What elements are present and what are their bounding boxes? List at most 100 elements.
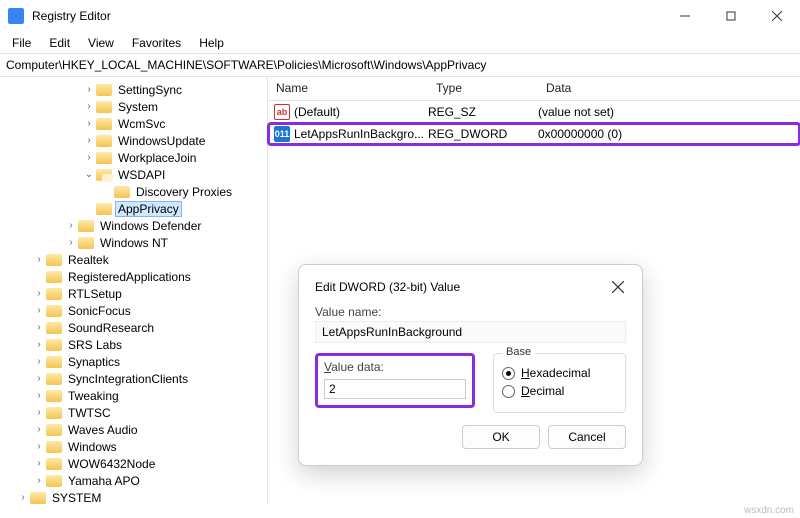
tree-item[interactable]: ›Tweaking <box>2 387 267 404</box>
tree-item[interactable]: › TWTSC <box>2 404 267 421</box>
expand-icon[interactable]: › <box>64 236 78 250</box>
tree-item-label: TWTSC <box>66 406 113 420</box>
close-button[interactable] <box>754 0 800 32</box>
tree-item-label: Windows NT <box>98 236 170 250</box>
expand-icon[interactable]: ⌄ <box>82 168 96 182</box>
folder-icon <box>46 305 62 317</box>
value-data: 0x00000000 (0) <box>538 127 800 141</box>
tree-item[interactable]: ›SettingSync <box>2 81 267 98</box>
tree-item[interactable]: RegisteredApplications <box>2 268 267 285</box>
expand-icon[interactable]: › <box>82 117 96 131</box>
expand-icon[interactable]: › <box>64 219 78 233</box>
tree-item[interactable]: › System <box>2 98 267 115</box>
expand-icon[interactable]: › <box>32 355 46 369</box>
titlebar: Registry Editor <box>0 0 800 32</box>
cancel-button[interactable]: Cancel <box>548 425 626 449</box>
folder-icon <box>96 118 112 130</box>
list-row[interactable]: ab(Default)REG_SZ(value not set) <box>268 101 800 123</box>
tree-item[interactable]: ›SRS Labs <box>2 336 267 353</box>
expand-icon[interactable]: › <box>32 389 46 403</box>
col-data[interactable]: Data <box>538 77 800 100</box>
expand-icon[interactable] <box>100 185 114 199</box>
tree-item-label: RTLSetup <box>66 287 124 301</box>
expand-icon[interactable]: › <box>32 440 46 454</box>
close-icon[interactable] <box>610 279 626 295</box>
tree-item[interactable]: AppPrivacy <box>2 200 267 217</box>
folder-icon <box>114 186 130 198</box>
tree-item[interactable]: ›Yamaha APO <box>2 472 267 489</box>
folder-icon <box>46 288 62 300</box>
menu-edit[interactable]: Edit <box>41 34 78 52</box>
tree-item-label: Synaptics <box>66 355 122 369</box>
radio-hexadecimal[interactable]: Hexadecimal <box>502 366 617 380</box>
tree-item[interactable]: › Synaptics <box>2 353 267 370</box>
tree-item[interactable]: Discovery Proxies <box>2 183 267 200</box>
dword-value-icon: 011 <box>274 126 290 142</box>
expand-icon[interactable]: › <box>32 474 46 488</box>
value-name: (Default) <box>294 105 340 119</box>
tree-item[interactable]: ›WcmSvc <box>2 115 267 132</box>
expand-icon[interactable] <box>82 202 96 216</box>
menu-file[interactable]: File <box>4 34 39 52</box>
expand-icon[interactable]: › <box>82 100 96 114</box>
valuedata-input[interactable] <box>324 379 466 399</box>
tree-item[interactable]: › SonicFocus <box>2 302 267 319</box>
value-name: LetAppsRunInBackgro... <box>294 127 424 141</box>
menu-help[interactable]: Help <box>191 34 232 52</box>
address-bar[interactable]: Computer\HKEY_LOCAL_MACHINE\SOFTWARE\Pol… <box>0 54 800 77</box>
string-value-icon: ab <box>274 104 290 120</box>
radio-icon <box>502 367 515 380</box>
menu-view[interactable]: View <box>80 34 122 52</box>
value-data: (value not set) <box>538 105 800 119</box>
expand-icon[interactable]: › <box>32 338 46 352</box>
col-name[interactable]: Name <box>268 77 428 100</box>
tree-item[interactable]: ›SYSTEM <box>2 489 267 505</box>
ok-button[interactable]: OK <box>462 425 540 449</box>
tree-item[interactable]: ›WorkplaceJoin <box>2 149 267 166</box>
tree-item[interactable]: ›SyncIntegrationClients <box>2 370 267 387</box>
expand-icon[interactable]: › <box>32 372 46 386</box>
expand-icon[interactable]: › <box>32 287 46 301</box>
tree-item-label: SonicFocus <box>66 304 133 318</box>
tree-item[interactable]: › Windows NT <box>2 234 267 251</box>
edit-dword-dialog: Edit DWORD (32-bit) Value Value name: Le… <box>298 264 643 466</box>
tree-item[interactable]: ⌄WSDAPI <box>2 166 267 183</box>
expand-icon[interactable]: › <box>32 457 46 471</box>
base-group: Base Hexadecimal Decimal <box>493 353 626 413</box>
valuename-field: LetAppsRunInBackground <box>315 321 626 343</box>
folder-icon <box>46 441 62 453</box>
folder-icon <box>46 458 62 470</box>
tree-item[interactable]: ›SoundResearch <box>2 319 267 336</box>
minimize-button[interactable] <box>662 0 708 32</box>
expand-icon[interactable]: › <box>32 253 46 267</box>
maximize-button[interactable] <box>708 0 754 32</box>
tree-item[interactable]: ›Windows Defender <box>2 217 267 234</box>
col-type[interactable]: Type <box>428 77 538 100</box>
expand-icon[interactable] <box>32 270 46 284</box>
folder-icon <box>46 271 62 283</box>
tree-item[interactable]: ›WOW6432Node <box>2 455 267 472</box>
menu-favorites[interactable]: Favorites <box>124 34 189 52</box>
tree-item-label: System <box>116 100 160 114</box>
expand-icon[interactable]: › <box>82 134 96 148</box>
tree-item[interactable]: › RTLSetup <box>2 285 267 302</box>
expand-icon[interactable]: › <box>82 151 96 165</box>
expand-icon[interactable]: › <box>16 491 30 505</box>
expand-icon[interactable]: › <box>32 406 46 420</box>
radio-decimal[interactable]: Decimal <box>502 384 617 398</box>
expand-icon[interactable]: › <box>32 423 46 437</box>
list-row[interactable]: 011LetAppsRunInBackgro...REG_DWORD0x0000… <box>268 123 800 145</box>
tree-item[interactable]: ›WindowsUpdate <box>2 132 267 149</box>
expand-icon[interactable]: › <box>82 83 96 97</box>
folder-icon <box>78 237 94 249</box>
tree-item[interactable]: › Windows <box>2 438 267 455</box>
tree-item[interactable]: ›Waves Audio <box>2 421 267 438</box>
registry-tree[interactable]: ›SettingSync›System›WcmSvc›WindowsUpdate… <box>0 77 268 505</box>
menubar: File Edit View Favorites Help <box>0 32 800 54</box>
expand-icon[interactable]: › <box>32 321 46 335</box>
folder-icon <box>46 424 62 436</box>
app-icon <box>8 8 24 24</box>
tree-item[interactable]: ›Realtek <box>2 251 267 268</box>
tree-item-label: Windows <box>66 440 119 454</box>
expand-icon[interactable]: › <box>32 304 46 318</box>
